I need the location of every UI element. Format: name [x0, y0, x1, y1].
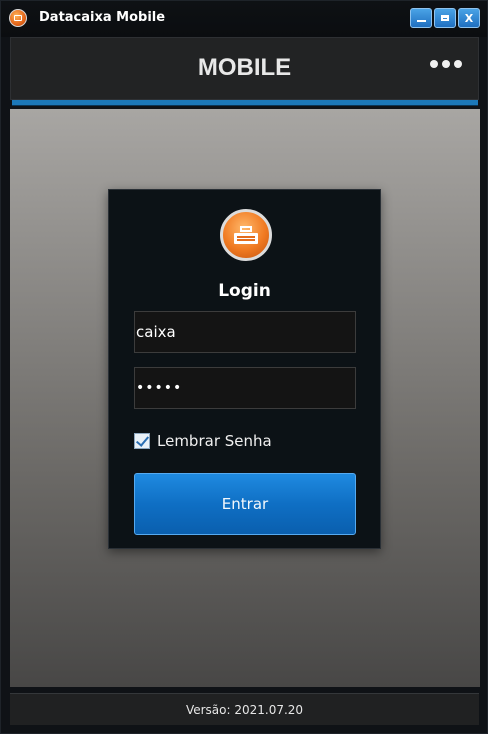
window-title: Datacaixa Mobile: [39, 10, 166, 25]
app-header: MOBILE: [10, 37, 479, 100]
header-accent-bar: [12, 100, 478, 106]
remember-checkbox[interactable]: [134, 433, 150, 449]
header-title: MOBILE: [197, 54, 292, 81]
remember-label: Lembrar Senha: [157, 432, 272, 450]
login-button[interactable]: Entrar: [134, 473, 356, 535]
minimize-icon: [416, 20, 426, 22]
cash-register-logo-icon: [220, 209, 272, 261]
version-footer: Versão: 2021.07.20: [10, 693, 479, 725]
cash-register-icon: [9, 9, 27, 27]
login-title: Login: [218, 281, 271, 301]
title-bar[interactable]: Datacaixa Mobile X: [1, 1, 487, 37]
remember-password[interactable]: Lembrar Senha: [134, 432, 272, 450]
maximize-button[interactable]: [434, 8, 456, 28]
password-input[interactable]: [134, 367, 356, 409]
app-window: Datacaixa Mobile X MOBILE Login Lembrar …: [0, 0, 488, 734]
more-dots-icon[interactable]: [430, 60, 462, 68]
close-button[interactable]: X: [458, 8, 480, 28]
login-card: Login Lembrar Senha Entrar: [108, 189, 381, 549]
version-text: Versão: 2021.07.20: [185, 702, 304, 717]
username-input[interactable]: [134, 311, 356, 353]
minimize-button[interactable]: [410, 8, 432, 28]
maximize-icon: [441, 15, 449, 21]
close-icon: X: [464, 11, 474, 25]
